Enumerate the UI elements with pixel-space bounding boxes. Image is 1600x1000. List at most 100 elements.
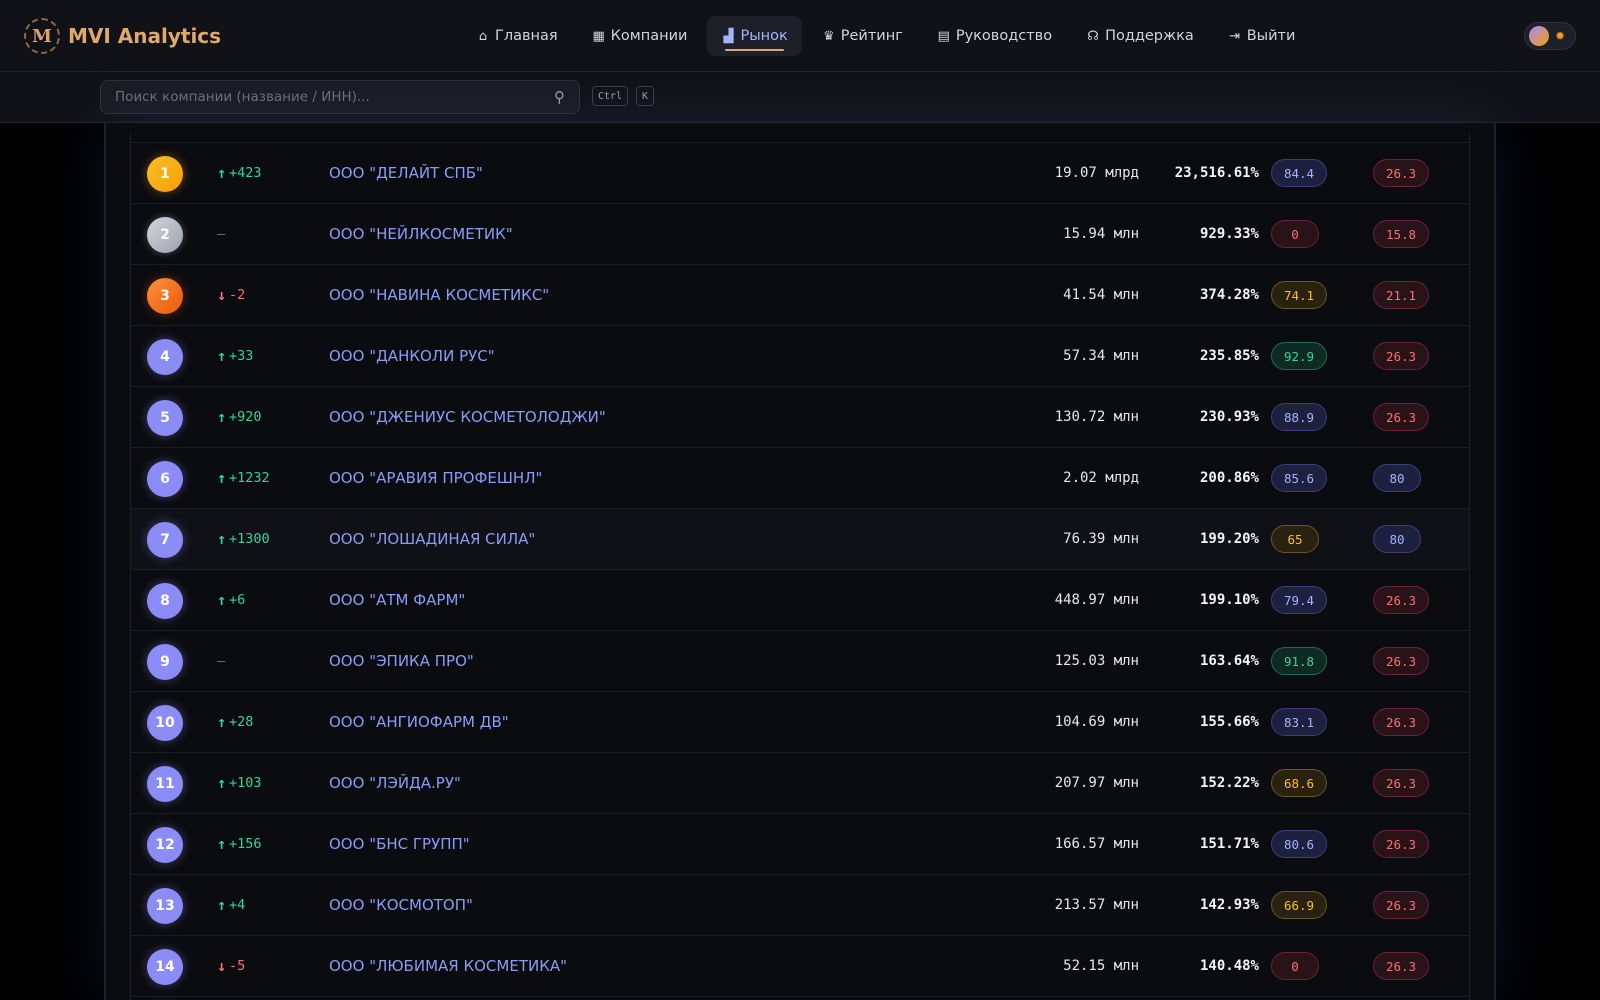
app-logo[interactable]: M MVI Analytics (24, 18, 221, 54)
risk-badge: 26.3 (1373, 159, 1429, 187)
growth-value: 199.10% (1199, 592, 1259, 608)
arrow-up-icon: ↑ (217, 713, 227, 731)
rank-change: ↑ +156 (217, 835, 262, 853)
rank-change-value: +156 (229, 836, 262, 852)
rank-change-value: +1232 (229, 470, 270, 486)
rank-change-value: +28 (229, 714, 254, 730)
risk-badge: 26.3 (1373, 769, 1429, 797)
company-link[interactable]: ООО "ДЖЕНИУС КОСМЕТОЛОДЖИ" (329, 408, 606, 426)
rank-badge: 5 (147, 400, 183, 436)
growth-value: 142.93% (1199, 897, 1259, 913)
table-row[interactable]: 3 ↓ -2 ООО "НАВИНА КОСМЕТИКС" 41.54 млн 374.2… (131, 265, 1469, 326)
nav-item-1[interactable]: ▦ Компании (578, 16, 702, 56)
search-input[interactable] (115, 89, 554, 105)
revenue-value: 19.07 млрд (1054, 165, 1139, 181)
nav-item-4[interactable]: ▤ Руководство (923, 16, 1066, 56)
risk-badge: 26.3 (1373, 952, 1429, 980)
company-link[interactable]: ООО "ЛЭЙДА.РУ" (329, 774, 461, 792)
arrow-up-icon: ↑ (217, 347, 227, 365)
growth-value: 374.28% (1199, 287, 1259, 303)
table-row[interactable]: 5 ↑ +920 ООО "ДЖЕНИУС КОСМЕТОЛОДЖИ" 130.72 м… (131, 387, 1469, 448)
rank-change-value: +103 (229, 775, 262, 791)
table-row[interactable]: 4 ↑ +33 ООО "ДАНКОЛИ РУС" 57.34 млн 235.85% 92… (131, 326, 1469, 387)
revenue-value: 207.97 млн (1054, 775, 1139, 791)
rank-badge: 2 (147, 217, 183, 253)
nav-item-2[interactable]: ▟ Рынок (707, 16, 802, 56)
rank-change-value: -5 (229, 958, 246, 974)
revenue-value: 15.94 млн (1063, 226, 1139, 242)
logo-mark-icon: M (24, 18, 60, 54)
company-link[interactable]: ООО "КОСМОТОП" (329, 896, 473, 914)
app-title: MVI Analytics (68, 24, 222, 48)
growth-value: 230.93% (1199, 409, 1259, 425)
company-link[interactable]: ООО "ДАНКОЛИ РУС" (329, 347, 495, 365)
score-badge: 68.6 (1271, 769, 1327, 797)
table-row[interactable]: 6 ↑ +1232 ООО "АРАВИЯ ПРОФЕШНЛ" 2.02 млрд 200… (131, 448, 1469, 509)
rank-change: ↑ +920 (217, 408, 262, 426)
table-row[interactable]: 12 ↑ +156 ООО "БНС ГРУПП" 166.57 млн 151.71% 8… (131, 814, 1469, 875)
nav-item-5[interactable]: ☊ Поддержка (1072, 16, 1208, 56)
rank-badge: 9 (147, 644, 183, 680)
nav-item-label: Руководство (955, 28, 1053, 44)
nav-item-6[interactable]: ⇥ Выйти (1214, 16, 1310, 56)
rank-change-value: -2 (229, 287, 246, 303)
score-badge: 0 (1271, 952, 1319, 980)
company-link[interactable]: ООО "НЕЙЛКОСМЕТИК" (329, 225, 513, 243)
company-link[interactable]: ООО "ЛЮБИМАЯ КОСМЕТИКА" (329, 957, 567, 975)
risk-badge: 26.3 (1373, 403, 1429, 431)
search-box[interactable]: ⚲ (100, 80, 580, 114)
table-row[interactable]: 8 ↑ +6 ООО "АТМ ФАРМ" 448.97 млн 199.10% 79.4 2… (131, 570, 1469, 631)
revenue-value: 52.15 млн (1063, 958, 1139, 974)
company-link[interactable]: ООО "НАВИНА КОСМЕТИКС" (329, 286, 549, 304)
rank-badge: 4 (147, 339, 183, 375)
home-icon: ⌂ (478, 28, 488, 44)
rank-change: ↑ +1300 (217, 530, 270, 548)
nav-item-0[interactable]: ⌂ Главная (462, 16, 572, 56)
rank-change-value: +4 (229, 897, 246, 913)
company-link[interactable]: ООО "ДЕЛАЙТ СПБ" (329, 164, 483, 182)
company-link[interactable]: ООО "АРАВИЯ ПРОФЕШНЛ" (329, 469, 542, 487)
nav-item-label: Выйти (1246, 28, 1296, 44)
company-link[interactable]: ООО "АТМ ФАРМ" (329, 591, 465, 609)
risk-badge: 80 (1373, 464, 1421, 492)
table-row[interactable]: 10 ↑ +28 ООО "АНГИОФАРМ ДВ" 104.69 млн 155.66… (131, 692, 1469, 753)
nav-item-label: Рынок (740, 28, 788, 44)
revenue-value: 57.34 млн (1063, 348, 1139, 364)
score-badge: 91.8 (1271, 647, 1327, 675)
rank-badge: 7 (147, 522, 183, 558)
risk-badge: 26.3 (1373, 586, 1429, 614)
nav-item-3[interactable]: ♛ Рейтинг (808, 16, 917, 56)
risk-badge: 26.3 (1373, 647, 1429, 675)
market-panel: 1 ↑ +423 ООО "ДЕЛАЙТ СПБ" 19.07 млрд 23,516.6… (104, 123, 1496, 1000)
score-badge: 66.9 (1271, 891, 1327, 919)
company-link[interactable]: ООО "ЛОШАДИНАЯ СИЛА" (329, 530, 535, 548)
rank-change-value: +920 (229, 409, 262, 425)
rank-badge: 6 (147, 461, 183, 497)
table-row[interactable]: 13 ↑ +4 ООО "КОСМОТОП" 213.57 млн 142.93% 66.9… (131, 875, 1469, 936)
top-header: M MVI Analytics ⌂ Главная ▦ Компании ▟ Рынок ♛… (0, 0, 1600, 72)
table-row[interactable]: 14 ↓ -5 ООО "ЛЮБИМАЯ КОСМЕТИКА" 52.15 млн 140… (131, 936, 1469, 997)
rank-change: ↑ +423 (217, 164, 262, 182)
growth-value: 199.20% (1199, 531, 1259, 547)
theme-toggle[interactable]: ✹ (1524, 22, 1576, 50)
table-row[interactable]: 2 — ООО "НЕЙЛКОСМЕТИК" 15.94 млн 929.33% 0 15.… (131, 204, 1469, 265)
rank-change-value: — (217, 226, 226, 242)
rank-change: — (217, 653, 225, 669)
table-row[interactable]: 7 ↑ +1300 ООО "ЛОШАДИНАЯ СИЛА" 76.39 млн 199.… (131, 509, 1469, 570)
kbd-k: K (636, 86, 655, 106)
company-link[interactable]: ООО "АНГИОФАРМ ДВ" (329, 713, 509, 731)
company-link[interactable]: ООО "БНС ГРУПП" (329, 835, 470, 853)
risk-badge: 80 (1373, 525, 1421, 553)
table-row[interactable]: 9 — ООО "ЭПИКА ПРО" 125.03 млн 163.64% 91.8 26… (131, 631, 1469, 692)
rank-badge: 10 (147, 705, 183, 741)
table-row[interactable]: 1 ↑ +423 ООО "ДЕЛАЙТ СПБ" 19.07 млрд 23,516.6… (131, 143, 1469, 204)
company-link[interactable]: ООО "ЭПИКА ПРО" (329, 652, 474, 670)
growth-value: 155.66% (1199, 714, 1259, 730)
chart-icon: ▟ (723, 28, 734, 44)
arrow-up-icon: ↑ (217, 774, 227, 792)
search-icon[interactable]: ⚲ (554, 88, 565, 106)
table-row[interactable]: 11 ↑ +103 ООО "ЛЭЙДА.РУ" 207.97 млн 152.22% 68… (131, 753, 1469, 814)
growth-value: 929.33% (1199, 226, 1259, 242)
risk-badge: 26.3 (1373, 830, 1429, 858)
theme-knob (1529, 26, 1549, 46)
